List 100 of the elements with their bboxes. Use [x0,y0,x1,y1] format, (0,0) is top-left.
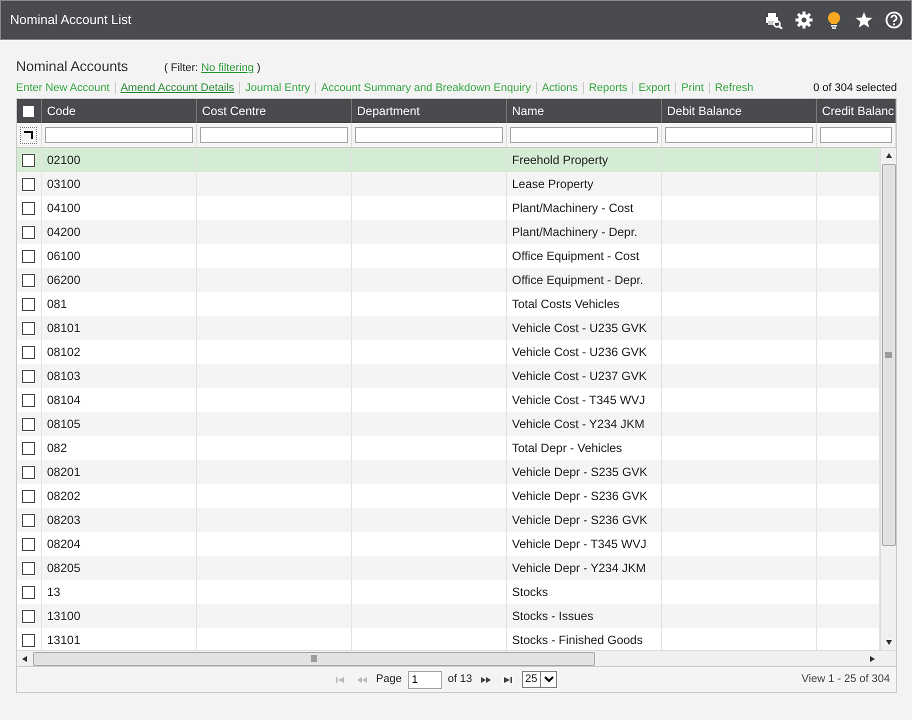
table-cell-text: Stocks - Finished Goods [512,632,643,649]
table-cell-text: Stocks - Issues [512,608,594,625]
table-cell-text: 08203 [47,512,80,529]
table-row[interactable]: 02100 Freehold Property [17,148,880,172]
caret-icon [540,672,556,687]
table-cell-text: Vehicle Cost - U237 GVK [512,368,647,385]
table-cell-text: Vehicle Cost - U236 GVK [512,344,647,361]
select-all-checkbox[interactable] [22,104,35,118]
table-row[interactable]: 08205 Vehicle Depr - Y234 JKM [17,556,880,580]
scroll-down-icon[interactable] [884,638,892,646]
row-checkbox[interactable] [22,586,35,598]
row-checkbox[interactable] [22,274,35,286]
table-cell-text: 08202 [47,488,80,505]
table-cell-text: 08102 [47,344,80,361]
row-checkbox[interactable] [22,562,35,574]
table-cell-text: Vehicle Cost - T345 WVJ [512,392,646,409]
filter-field[interactable] [665,127,813,143]
table-cell-text: Lease Property [512,176,594,193]
filter-toggle-icon[interactable] [20,126,37,144]
table-cell-text: Vehicle Cost - Y234 JKM [512,416,645,433]
star-icon[interactable] [855,11,873,29]
table-cell-text: Total Depr - Vehicles [512,440,622,457]
table-cell-text: 08201 [47,464,80,481]
table-cell-text: Total Costs Vehicles [512,296,620,313]
table-cell-text: 13 [47,584,60,601]
scrollbar-thumb[interactable] [33,652,595,666]
table-cell-text: 08205 [47,560,80,577]
table-row[interactable]: 08101 Vehicle Cost - U235 GVK [17,316,880,340]
table-row[interactable]: 08103 Vehicle Cost - U237 GVK [17,364,880,388]
row-checkbox[interactable] [22,442,35,454]
row-checkbox[interactable] [22,514,35,526]
table-cell-text: 082 [47,440,68,457]
grip-icon [885,352,892,358]
table-row[interactable]: 08105 Vehicle Cost - Y234 JKM [17,412,880,436]
row-checkbox[interactable] [22,250,35,262]
row-checkbox[interactable] [22,466,35,478]
table-cell-text: Office Equipment - Cost [512,248,640,265]
table-row[interactable]: 13100 Stocks - Issues [17,604,880,628]
table-cell-text: Vehicle Depr - S236 GVK [512,512,648,529]
page-field[interactable]: 1 [408,670,442,688]
table-cell-text: 08104 [47,392,80,409]
settings-icon[interactable] [795,11,813,29]
table-cell-text: 04100 [47,200,80,217]
row-checkbox[interactable] [22,538,35,550]
scroll-left-icon[interactable] [21,654,29,662]
help-icon[interactable] [885,11,903,29]
table-cell-text: Plant/Machinery - Cost [512,200,634,217]
row-checkbox[interactable] [22,490,35,502]
table-row[interactable]: 08203 Vehicle Depr - S236 GVK [17,508,880,532]
scrollbar-thumb[interactable] [882,164,896,546]
table-cell-text: 04200 [47,224,80,241]
table-cell-text: 08204 [47,536,80,553]
row-checkbox[interactable] [22,202,35,214]
table-cell-text: 081 [47,296,68,313]
filter-label: Filter: [170,62,198,74]
vertical-scrollbar[interactable] [880,148,896,650]
filter-field[interactable] [510,127,658,143]
row-checkbox[interactable] [22,394,35,406]
table-row[interactable]: 03100 Lease Property [17,172,880,196]
table-cell-text: Vehicle Depr - Y234 JKM [512,560,646,577]
table-cell-text: 02100 [47,152,80,169]
row-checkbox[interactable] [22,634,35,646]
horizontal-scrollbar[interactable] [17,650,896,666]
scroll-right-icon[interactable] [868,654,876,662]
row-checkbox[interactable] [22,322,35,334]
table-cell-text: 13100 [47,608,80,625]
table-cell-text: Vehicle Depr - T345 WVJ [512,536,647,553]
record-range: View 1 - 25 of 304 [802,672,891,688]
filter-field[interactable] [355,127,503,143]
bracket: ) [256,62,260,74]
toolbar-link[interactable]: Amend Account Details [114,82,240,94]
row-checkbox[interactable] [22,418,35,430]
table-cell-text: Stocks [512,584,548,601]
lightbulb-icon[interactable] [825,11,843,29]
row-checkbox[interactable] [22,154,35,166]
table-cell-text: Vehicle Depr - S236 GVK [512,488,648,505]
row-checkbox[interactable] [22,370,35,382]
scroll-up-icon[interactable] [884,152,892,160]
table-cell-text: Office Equipment - Depr. [512,272,644,289]
table-cell-text: 08105 [47,416,80,433]
selection-count: 0 of 304 selected [813,80,897,96]
row-checkbox[interactable] [22,226,35,238]
window-title: Nominal Account List [10,11,132,30]
table-cell-text: Freehold Property [512,152,608,169]
table-row[interactable]: 06200 Office Equipment - Depr. [17,268,880,292]
print-preview-icon[interactable] [765,11,783,29]
filter-field[interactable] [200,127,348,143]
table-row[interactable]: 08201 Vehicle Depr - S235 GVK [17,460,880,484]
page-size-select[interactable]: 25 [522,671,558,688]
page-label: Page [376,672,402,688]
grip-icon [310,655,318,662]
filter-field[interactable] [45,127,193,143]
row-checkbox[interactable] [22,610,35,622]
row-checkbox[interactable] [22,346,35,358]
filter-field[interactable] [820,127,892,143]
row-checkbox[interactable] [22,178,35,190]
row-checkbox[interactable] [22,298,35,310]
table-row[interactable]: 04200 Plant/Machinery - Depr. [17,220,880,244]
table-cell-text: 06100 [47,248,80,265]
table-cell-text: 08103 [47,368,80,385]
